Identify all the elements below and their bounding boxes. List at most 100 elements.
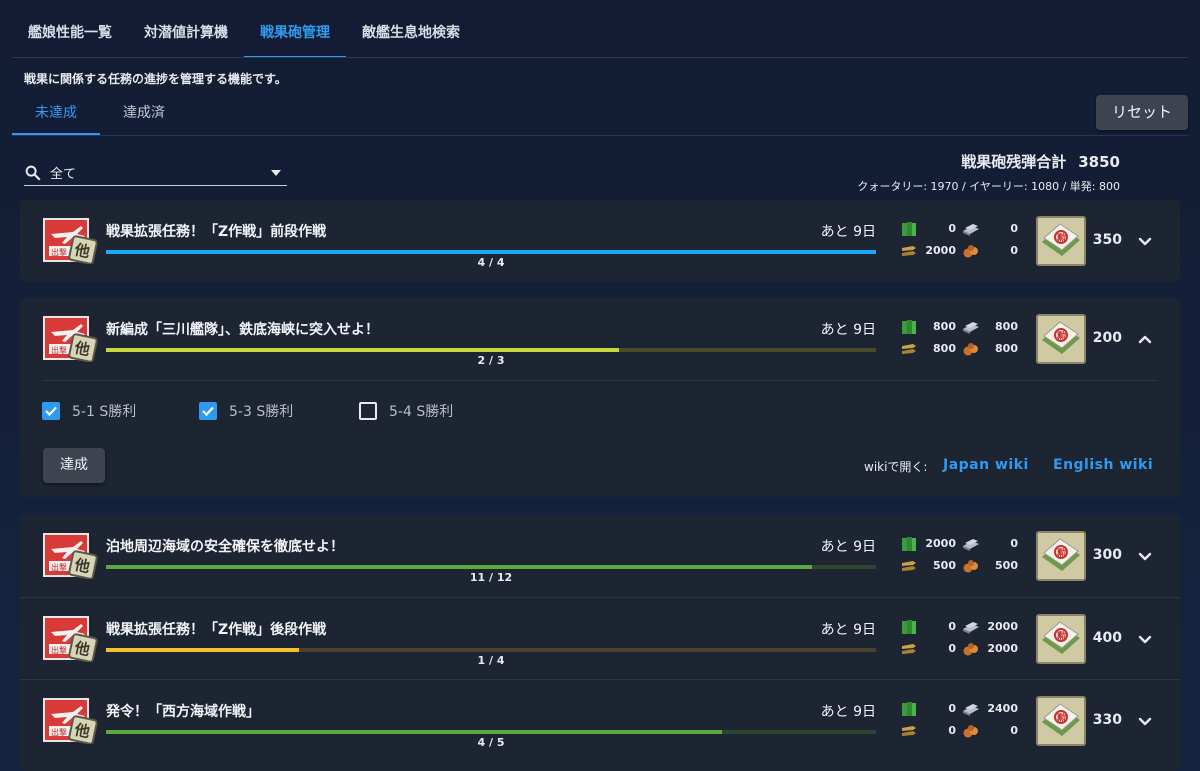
svg-text:出撃: 出撃: [51, 247, 67, 257]
complete-button[interactable]: 達成: [43, 448, 105, 483]
quest-filter-select[interactable]: 全て: [24, 160, 287, 186]
quest-remaining: あと 9日: [820, 622, 876, 638]
progress-fill: [106, 730, 722, 734]
fuel-value: 2000: [925, 537, 956, 550]
tab-senka-manager[interactable]: 戦果砲管理: [244, 10, 346, 58]
quest-row: 出撃 他 戦果拡張任務！「Z作戦」前段作戦 あと 9日 4 / 4 0 0 20…: [20, 200, 1180, 282]
fuel-value: 0: [948, 620, 956, 633]
ammo-reward: 800: [900, 340, 962, 358]
medal-count: 330: [1092, 712, 1122, 728]
fuel-reward: 800: [900, 318, 962, 336]
fuel-reward: 0: [900, 700, 962, 718]
ammo-icon: [902, 344, 916, 354]
medal-count: 350: [1092, 232, 1122, 248]
bauxite-reward: 2000: [962, 640, 1024, 658]
status-tabs: 未達成 達成済: [12, 93, 188, 135]
progress-bar: [106, 348, 876, 352]
bauxite-icon: [963, 560, 978, 573]
quest-row: 出撃 他 戦果拡張任務！「Z作戦」後段作戦 あと 9日 1 / 4 0 2000…: [20, 597, 1180, 679]
map-checkbox[interactable]: 5-3 S勝利: [199, 401, 293, 421]
progress-fill: [106, 250, 876, 254]
bauxite-reward: 0: [962, 722, 1024, 740]
ammo-summary: 戦果砲残弾合計 3850 クォータリー: 1970 / イヤーリー: 1080 /…: [857, 151, 1120, 194]
progress-text: 2 / 3: [477, 354, 505, 367]
ammo-reward: 0: [900, 722, 962, 740]
steel-value: 0: [1010, 222, 1018, 235]
progress-text: 4 / 4: [477, 256, 505, 269]
filter-value: 全て: [50, 167, 77, 182]
steel-value: 2400: [987, 702, 1018, 715]
quest-title: 戦果拡張任務！「Z作戦」前段作戦: [106, 224, 327, 240]
steel-value: 800: [995, 320, 1018, 333]
medal-count: 300: [1092, 547, 1122, 563]
medal-box-icon: 勲: [1036, 216, 1086, 266]
checkbox-checked-icon[interactable]: [199, 402, 217, 420]
checkbox-unchecked-icon[interactable]: [359, 402, 377, 420]
wiki-label: wikiで開く:: [864, 460, 928, 474]
reset-button[interactable]: リセット: [1096, 95, 1188, 130]
steel-value: 2000: [987, 620, 1018, 633]
ammo-icon: [902, 246, 916, 256]
checkbox-checked-icon[interactable]: [42, 402, 60, 420]
tab-incomplete[interactable]: 未達成: [12, 93, 100, 135]
map-checkbox[interactable]: 5-1 S勝利: [42, 401, 136, 421]
quest-row: 出撃 他 新編成「三川艦隊」、鉄底海峡に突入せよ！ あと 9日 2 / 3 80…: [20, 298, 1180, 380]
quest-remaining: あと 9日: [820, 322, 876, 338]
bauxite-reward: 500: [962, 557, 1024, 575]
bauxite-reward: 800: [962, 340, 1024, 358]
japan-wiki-link[interactable]: Japan wiki: [943, 457, 1029, 473]
bauxite-icon: [963, 343, 978, 356]
ammo-reward: 2000: [900, 242, 962, 260]
quest-title: 発令！「西方海域作戦」: [106, 704, 260, 720]
progress-bar: [106, 648, 876, 652]
fuel-icon: [902, 702, 916, 716]
fuel-value: 800: [933, 320, 956, 333]
bauxite-icon: [963, 245, 978, 258]
quest-title: 新編成「三川艦隊」、鉄底海峡に突入せよ！: [106, 322, 379, 338]
tab-asw-calculator[interactable]: 対潜値計算機: [128, 10, 244, 58]
ammo-value: 0: [948, 642, 956, 655]
progress-bar: [106, 250, 876, 254]
fuel-value: 0: [948, 702, 956, 715]
progress-text: 1 / 4: [477, 654, 505, 667]
steel-reward: 2400: [962, 700, 1024, 718]
search-icon: [25, 165, 41, 181]
chevron-down-icon[interactable]: [1136, 630, 1154, 648]
bauxite-icon: [963, 643, 978, 656]
checkbox-label: 5-3 S勝利: [229, 404, 294, 420]
svg-text:出撃: 出撃: [51, 345, 67, 355]
chevron-down-icon[interactable]: [1136, 712, 1154, 730]
chevron-down-icon[interactable]: [1136, 547, 1154, 565]
quest-remaining: あと 9日: [820, 539, 876, 555]
quest-detail-panel: 5-1 S勝利 5-3 S勝利 5-4 S勝利達成 wikiで開く: Japan wik…: [42, 380, 1158, 497]
map-checkbox[interactable]: 5-4 S勝利: [359, 401, 453, 421]
sortie-quest-icon: 出撃 他: [43, 698, 98, 744]
subtab-divider: [12, 135, 1188, 136]
progress-bar: [106, 730, 876, 734]
svg-text:出撃: 出撃: [51, 645, 67, 655]
progress-text: 11 / 12: [469, 571, 513, 584]
chevron-down-icon[interactable]: [1136, 232, 1154, 250]
tab-completed[interactable]: 達成済: [100, 93, 188, 135]
fuel-icon: [902, 320, 916, 334]
quest-card-group: 出撃 他 泊地周辺海域の安全確保を徹底せよ！ あと 9日 11 / 12 200…: [20, 515, 1180, 771]
quest-row: 出撃 他 発令！「西方海域作戦」 あと 9日 4 / 5 0 2400 0 0: [20, 679, 1180, 761]
sortie-quest-icon: 出撃 他: [43, 316, 98, 362]
medal-box-icon: 勲: [1036, 696, 1086, 746]
ammo-icon: [902, 561, 916, 571]
chevron-up-icon[interactable]: [1136, 330, 1154, 348]
ammo-value: 2000: [925, 244, 956, 257]
svg-text:勲: 勲: [1057, 547, 1066, 559]
steel-reward: 800: [962, 318, 1024, 336]
main-nav: 艦娘性能一覧 対潜値計算機 戦果砲管理 敵艦生息地検索: [12, 10, 476, 58]
quest-card: 出撃 他 戦果拡張任務！「Z作戦」前段作戦 あと 9日 4 / 4 0 0 20…: [20, 200, 1180, 282]
total-label: 戦果砲残弾合計: [961, 153, 1067, 171]
tab-ship-stats[interactable]: 艦娘性能一覧: [12, 10, 128, 58]
quest-remaining: あと 9日: [820, 704, 876, 720]
tab-enemy-search[interactable]: 敵艦生息地検索: [346, 10, 476, 58]
sortie-quest-icon: 出撃 他: [43, 616, 98, 662]
english-wiki-link[interactable]: English wiki: [1053, 457, 1153, 473]
bauxite-icon: [963, 725, 978, 738]
steel-icon: [963, 704, 979, 716]
bauxite-value: 0: [1010, 724, 1018, 737]
